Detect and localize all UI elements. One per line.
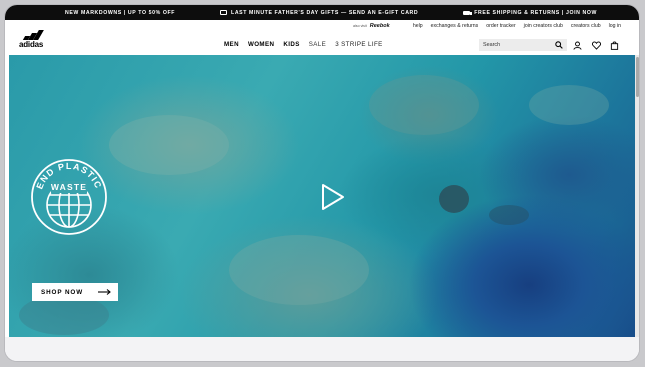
logo-stripes-icon — [21, 30, 44, 40]
user-icon[interactable] — [571, 39, 583, 51]
reef-patch — [229, 235, 369, 305]
partner-link[interactable]: also visit Reebok — [353, 23, 390, 29]
truck-icon — [463, 10, 473, 15]
search-input[interactable]: Search — [479, 39, 567, 51]
nav-item-3-stripe-life[interactable]: 3 STRIPE LIFE — [335, 41, 383, 48]
promo-shipping-text: FREE SHIPPING & RETURNS | JOIN NOW — [474, 9, 597, 16]
promo-markdowns[interactable]: NEW MARKDOWNS | UP TO 50% OFF — [65, 10, 175, 16]
utility-link-exchanges[interactable]: exchanges & returns — [431, 23, 479, 29]
promo-markdowns-text: NEW MARKDOWNS | UP TO 50% OFF — [65, 9, 176, 16]
reef-patch — [369, 75, 479, 135]
scrollbar[interactable] — [635, 55, 639, 337]
utility-link-creators-club[interactable]: creators club — [571, 23, 601, 29]
nav-item-kids[interactable]: KIDS — [283, 41, 299, 48]
partner-label: also visit — [353, 24, 367, 28]
page-bottom-area — [5, 337, 639, 361]
shop-now-button[interactable]: SHOP NOW — [32, 283, 118, 301]
main-nav: MEN WOMEN KIDS SALE 3 STRIPE LIFE — [224, 41, 383, 48]
heart-icon[interactable] — [590, 39, 602, 51]
reef-patch — [529, 85, 609, 125]
promo-gift-card[interactable]: LAST MINUTE FATHER'S DAY GIFTS — SEND AN… — [220, 10, 418, 16]
nav-item-sale[interactable]: SALE — [309, 41, 326, 48]
promo-gift-card-text: LAST MINUTE FATHER'S DAY GIFTS — SEND AN… — [231, 9, 419, 16]
reef-patch — [109, 115, 229, 175]
utility-link-help[interactable]: help — [413, 23, 423, 29]
search-placeholder: Search — [483, 42, 501, 48]
browser-frame: NEW MARKDOWNS | UP TO 50% OFF LAST MINUT… — [5, 5, 639, 361]
badge-text-waste: WASTE — [51, 182, 87, 192]
site-header: adidas also visit Reebok help exchanges … — [5, 20, 639, 55]
utility-nav: help exchanges & returns order tracker j… — [413, 23, 621, 29]
reef-patch — [489, 205, 529, 225]
shopping-bag-icon[interactable] — [608, 39, 620, 51]
utility-link-log-in[interactable]: log in — [609, 23, 621, 29]
nav-item-men[interactable]: MEN — [224, 41, 239, 48]
utility-link-join-creators-club[interactable]: join creators club — [524, 23, 563, 29]
search-icon[interactable] — [555, 41, 563, 49]
promo-shipping[interactable]: FREE SHIPPING & RETURNS | JOIN NOW — [463, 10, 597, 16]
partner-brand: Reebok — [369, 23, 390, 29]
shop-now-label: SHOP NOW — [41, 288, 84, 296]
scrollbar-thumb[interactable] — [635, 57, 639, 97]
logo-wordmark: adidas — [19, 40, 44, 49]
hero-banner[interactable]: END PLASTIC WASTE SHOP NOW — [9, 55, 635, 337]
adidas-logo[interactable]: adidas — [19, 30, 44, 49]
gift-card-icon — [220, 10, 228, 15]
reef-rock — [439, 185, 469, 213]
play-icon[interactable] — [317, 182, 347, 212]
promo-bar: NEW MARKDOWNS | UP TO 50% OFF LAST MINUT… — [5, 5, 639, 20]
utility-link-order-tracker[interactable]: order tracker — [486, 23, 515, 29]
nav-item-women[interactable]: WOMEN — [248, 41, 274, 48]
end-plastic-waste-badge: END PLASTIC WASTE — [31, 159, 107, 235]
reef-patch — [19, 295, 109, 335]
arrow-right-icon — [98, 289, 111, 295]
